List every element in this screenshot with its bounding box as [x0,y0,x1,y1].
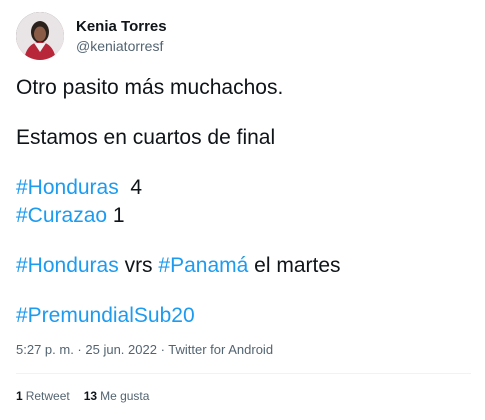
retweets-count: 1 [16,389,23,403]
tweet-line-1: Otro pasito más muchachos. [16,76,284,99]
tweet-line-honduras-score: #Honduras 4 [16,174,471,202]
avatar-image [16,12,64,60]
hashtag-link[interactable]: #PremundialSub20 [16,304,195,327]
tweet-line-premundial: #PremundialSub20 [16,302,471,330]
hashtag-link[interactable]: #Honduras [16,176,119,199]
tweet-date[interactable]: 25 jun. 2022 [85,342,157,357]
tweet-card: Kenia Torres @keniatorresf Otro pasito m… [0,0,485,420]
score-text: 4 [118,176,143,199]
meta-separator: · [156,342,169,357]
display-name[interactable]: Kenia Torres [76,17,167,37]
likes-count: 13 [83,389,98,403]
vs-text: vrs [118,254,159,277]
retweets-label: Retweet [25,389,70,403]
tweet-line-next-match: #Honduras vrs #Panamá el martes [16,252,471,280]
likes-label: Me gusta [100,389,150,403]
divider [16,373,471,374]
tweet-text: Otro pasito más muchachos. Estamos en cu… [16,74,471,330]
user-handle[interactable]: @keniatorresf [76,37,167,55]
match-when-text: el martes [248,254,341,277]
avatar[interactable] [16,12,64,60]
tweet-line-2: Estamos en cuartos de final [16,126,276,149]
hashtag-link[interactable]: #Curazao [16,204,107,227]
hashtag-link[interactable]: #Panamá [158,254,248,277]
meta-separator: · [73,342,86,357]
tweet-meta: 5:27 p. m. · 25 jun. 2022 · Twitter for … [16,341,273,359]
hashtag-link[interactable]: #Honduras [16,254,119,277]
tweet-stats: 1 Retweet 13 Me gusta [16,389,149,403]
likes-stat[interactable]: 13 Me gusta [84,389,150,403]
score-text: 1 [107,204,125,227]
tweet-line-curazao-score: #Curazao 1 [16,202,471,230]
tweet-time[interactable]: 5:27 p. m. [16,342,74,357]
tweet-header: Kenia Torres @keniatorresf [16,12,167,60]
retweets-stat[interactable]: 1 Retweet [16,389,70,403]
tweet-source[interactable]: Twitter for Android [168,342,273,357]
user-names: Kenia Torres @keniatorresf [76,17,167,55]
